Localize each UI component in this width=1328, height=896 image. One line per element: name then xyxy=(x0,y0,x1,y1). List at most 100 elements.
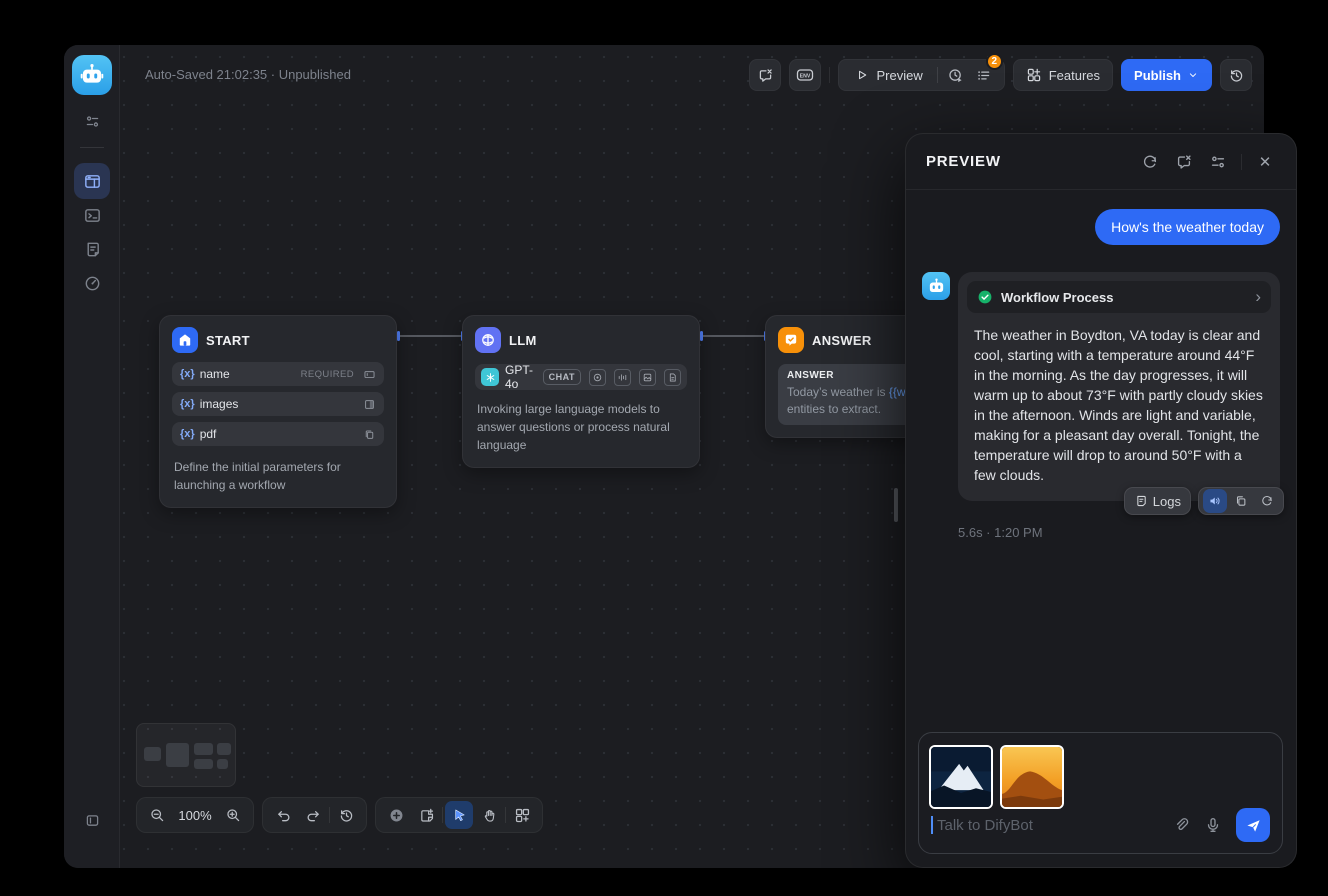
chevron-down-icon xyxy=(1187,69,1199,81)
attach-file-icon[interactable] xyxy=(1172,816,1190,834)
zoom-controls: 100% xyxy=(136,797,254,833)
zoom-out-button[interactable] xyxy=(143,801,171,829)
canvas-toolbar: 100% xyxy=(136,797,543,833)
node-start[interactable]: START {x} name REQUIRED {x} images {x} p… xyxy=(159,315,397,508)
chat-input-container xyxy=(918,732,1283,854)
close-icon[interactable]: ✕ xyxy=(1254,151,1276,173)
zoom-in-button[interactable] xyxy=(219,801,247,829)
annotation-button[interactable] xyxy=(1173,151,1195,173)
undo-button[interactable] xyxy=(269,801,297,829)
chat-mode-badge: CHAT xyxy=(543,369,581,385)
text-caret xyxy=(931,816,933,834)
success-check-icon xyxy=(977,289,993,305)
var-label: pdf xyxy=(200,427,358,441)
preview-group: Preview 2 xyxy=(838,59,1004,91)
sidebar-item-logs[interactable] xyxy=(74,231,110,267)
var-label: name xyxy=(200,367,296,381)
message-meta: 5.6s · 1:20 PM xyxy=(958,525,1280,540)
settings-sliders-button[interactable] xyxy=(1207,151,1229,173)
topbar-actions: ENV Preview 2 Features Publish xyxy=(749,59,1252,91)
sidebar-item-terminal[interactable] xyxy=(74,197,110,233)
text-to-speech-button[interactable] xyxy=(1203,489,1227,513)
redo-button[interactable] xyxy=(299,801,327,829)
text-field-icon xyxy=(363,368,376,381)
chat-input[interactable] xyxy=(937,817,1158,834)
version-history-button[interactable] xyxy=(1220,59,1252,91)
features-icon xyxy=(1026,67,1042,83)
divider xyxy=(829,67,830,83)
send-button[interactable] xyxy=(1236,808,1270,842)
env-variables-button[interactable]: ENV xyxy=(789,59,821,91)
var-braces: {x} xyxy=(180,398,195,410)
answer-icon xyxy=(778,327,804,353)
canvas-scrollbar[interactable] xyxy=(894,488,898,522)
workflow-process-toggle[interactable]: Workflow Process › xyxy=(967,281,1271,313)
regenerate-button[interactable] xyxy=(1255,489,1279,513)
llm-icon xyxy=(475,327,501,353)
sidebar xyxy=(64,45,120,868)
add-note-button[interactable] xyxy=(412,801,440,829)
checklist-button[interactable]: 2 xyxy=(970,61,998,89)
llm-model-row[interactable]: GPT-4o CHAT xyxy=(475,364,687,390)
copy-button[interactable] xyxy=(1229,489,1253,513)
answer-text: Today’s weather is xyxy=(787,385,889,399)
required-tag: REQUIRED xyxy=(301,369,354,380)
restart-conversation-button[interactable] xyxy=(1139,151,1161,173)
app-logo[interactable] xyxy=(72,55,112,95)
var-braces: {x} xyxy=(180,428,195,440)
divider xyxy=(329,807,330,823)
run-history-button[interactable] xyxy=(942,61,970,89)
annotation-toggle-button[interactable] xyxy=(749,59,781,91)
divider xyxy=(1241,154,1242,170)
divider xyxy=(937,67,938,83)
start-var-images[interactable]: {x} images xyxy=(172,392,384,416)
home-icon xyxy=(172,327,198,353)
canvas-minimap[interactable] xyxy=(136,723,236,787)
checklist-badge: 2 xyxy=(986,53,1003,70)
attached-images xyxy=(929,745,1064,809)
preview-title: PREVIEW xyxy=(926,153,1139,170)
play-icon xyxy=(855,68,869,82)
start-var-pdf[interactable]: {x} pdf xyxy=(172,422,384,446)
answer-variable: {{w xyxy=(889,385,906,399)
node-llm[interactable]: LLM GPT-4o CHAT Invoking large language … xyxy=(462,315,700,468)
llm-model-name: GPT-4o xyxy=(505,363,537,391)
divider xyxy=(505,807,506,823)
var-label: images xyxy=(200,397,358,411)
pointer-tool-button[interactable] xyxy=(445,801,473,829)
document-capability-icon xyxy=(664,369,681,386)
node-start-title: START xyxy=(206,333,250,348)
openai-icon xyxy=(481,368,499,386)
vision-capability-icon xyxy=(589,369,606,386)
user-message-bubble: How's the weather today xyxy=(1095,209,1280,245)
change-history-button[interactable] xyxy=(332,801,360,829)
chevron-right-icon: › xyxy=(1255,287,1261,307)
publish-button[interactable]: Publish xyxy=(1121,59,1212,91)
autosave-status: Auto-Saved 21:02:35 · Unpublished xyxy=(145,59,351,91)
image-capability-icon xyxy=(639,369,656,386)
message-actions: Logs xyxy=(1124,487,1284,515)
attachment-image-mountain-night[interactable] xyxy=(929,745,993,809)
workflow-process-label: Workflow Process xyxy=(1001,290,1247,305)
sidebar-item-orchestrate[interactable] xyxy=(74,163,110,199)
microphone-icon[interactable] xyxy=(1204,816,1222,834)
attachment-image-mountain-sunset[interactable] xyxy=(1000,745,1064,809)
edge-llm-answer xyxy=(702,335,765,337)
preview-panel: PREVIEW ✕ How's the weather today xyxy=(905,133,1297,868)
logs-button[interactable]: Logs xyxy=(1124,487,1191,515)
zoom-level[interactable]: 100% xyxy=(173,808,217,823)
features-button[interactable]: Features xyxy=(1013,59,1113,91)
start-var-name[interactable]: {x} name REQUIRED xyxy=(172,362,384,386)
organize-nodes-button[interactable] xyxy=(508,801,536,829)
collapse-sidebar-icon[interactable] xyxy=(76,804,108,836)
add-node-button[interactable] xyxy=(382,801,410,829)
sidebar-item-monitoring[interactable] xyxy=(74,265,110,301)
app-settings-icon[interactable] xyxy=(76,105,108,137)
node-llm-title: LLM xyxy=(509,333,537,348)
hand-tool-button[interactable] xyxy=(475,801,503,829)
bot-message-row: Workflow Process › The weather in Boydto… xyxy=(922,272,1280,501)
edit-tools xyxy=(375,797,543,833)
preview-button[interactable]: Preview xyxy=(845,68,932,83)
bot-avatar xyxy=(922,272,950,300)
logs-icon xyxy=(1134,494,1148,508)
